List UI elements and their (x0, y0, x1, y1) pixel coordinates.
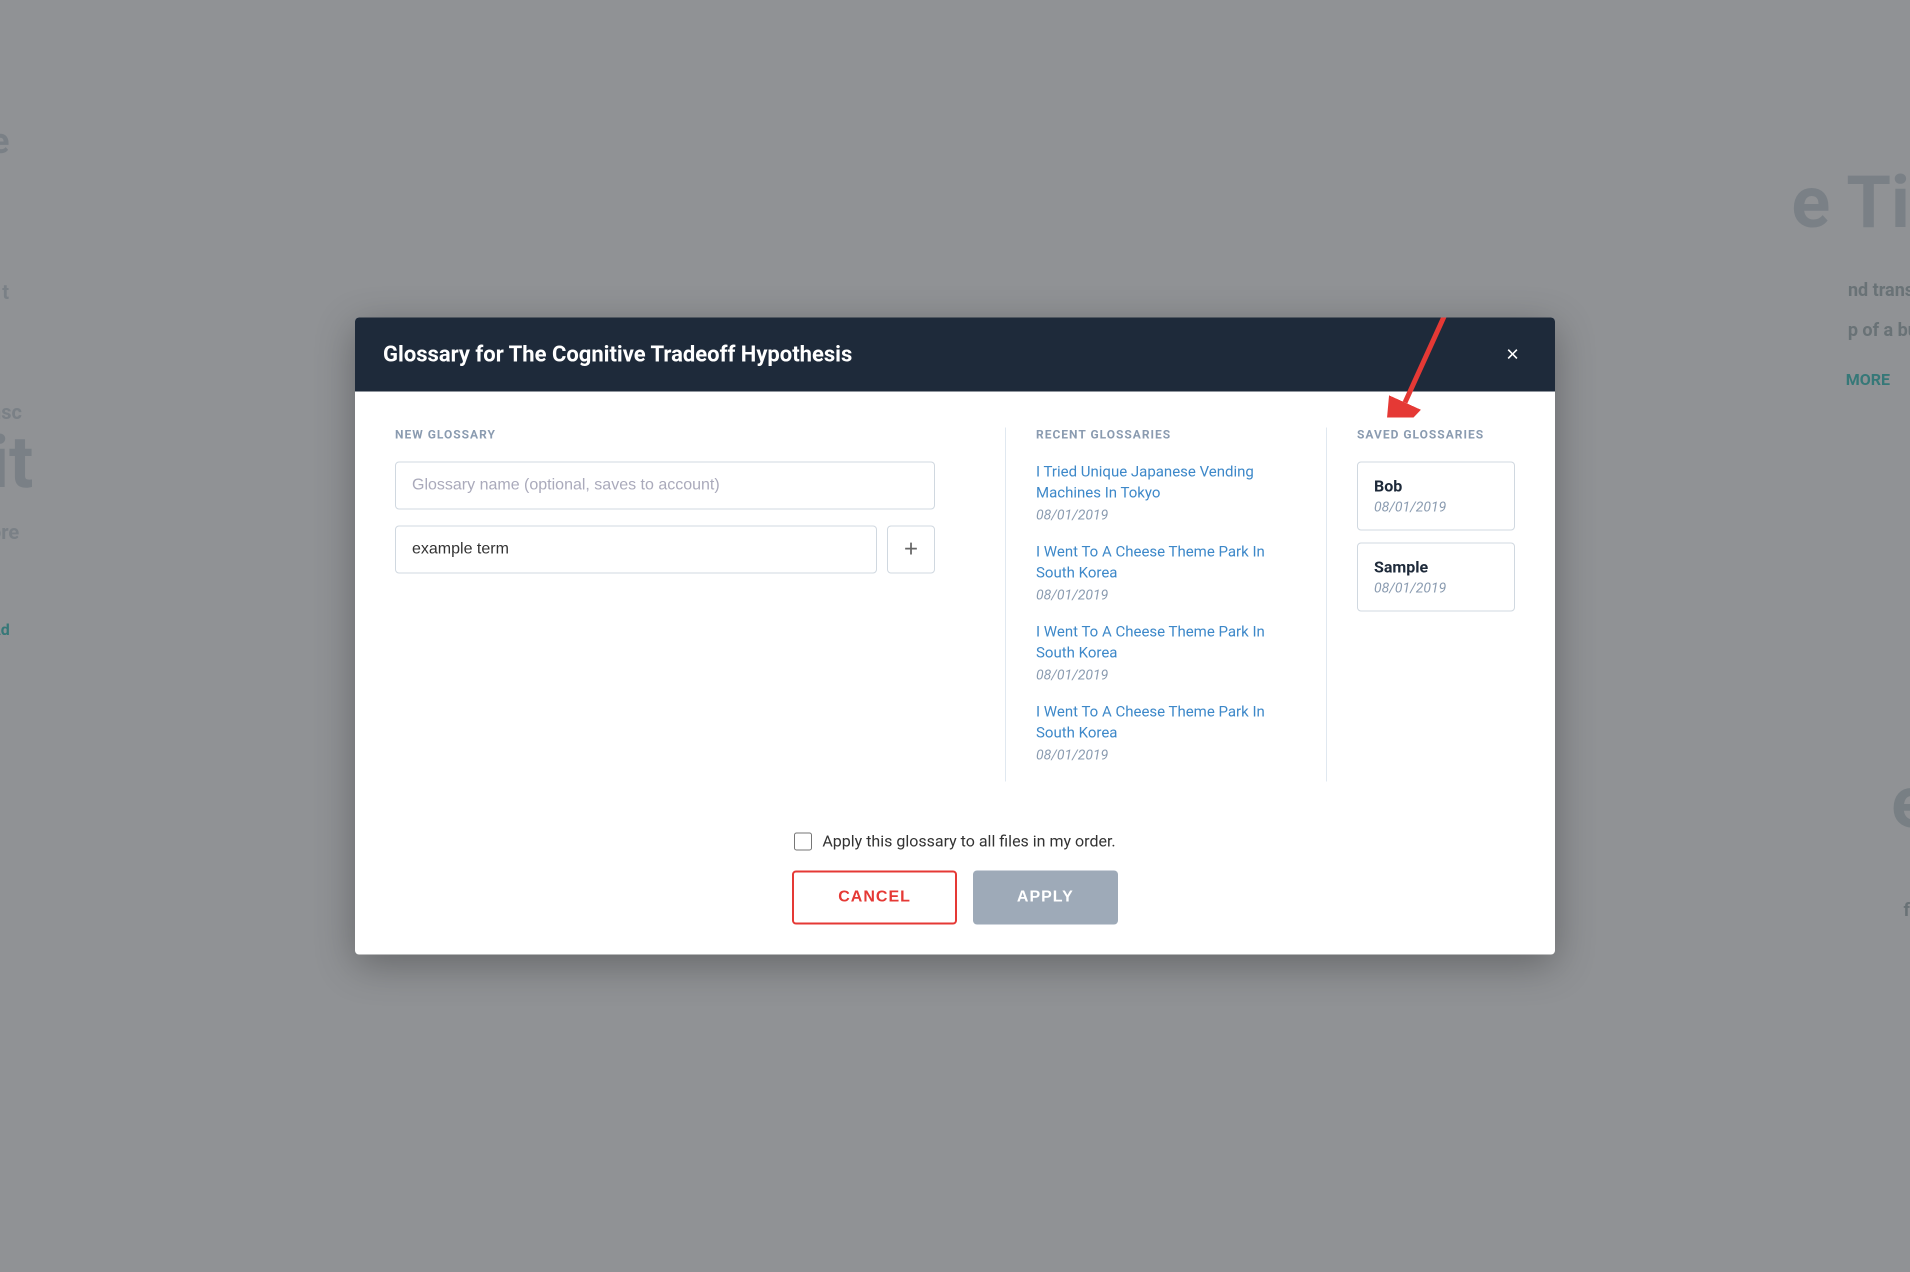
saved-glossary-card-2[interactable]: Sample 08/01/2019 (1357, 543, 1515, 612)
modal-title: Glossary for The Cognitive Tradeoff Hypo… (383, 342, 852, 367)
apply-all-label: Apply this glossary to all files in my o… (822, 832, 1115, 851)
saved-glossary-date-1: 08/01/2019 (1374, 500, 1498, 516)
term-row: + (395, 526, 935, 574)
term-input[interactable] (395, 526, 877, 574)
modal-close-button[interactable]: × (1498, 340, 1527, 370)
modal-footer: Apply this glossary to all files in my o… (355, 812, 1555, 955)
recent-glossaries-section: RECENT GLOSSARIES I Tried Unique Japanes… (1036, 428, 1296, 782)
recent-glossary-item-4: I Went To A Cheese Theme Park In South K… (1036, 702, 1266, 764)
red-arrow-indicator (1385, 318, 1475, 422)
apply-all-checkbox[interactable] (794, 832, 812, 850)
saved-glossary-title-1: Bob (1374, 477, 1498, 496)
apply-all-row: Apply this glossary to all files in my o… (794, 832, 1115, 851)
recent-glossary-item-2: I Went To A Cheese Theme Park In South K… (1036, 542, 1266, 604)
cancel-button[interactable]: CANCEL (792, 871, 957, 925)
recent-glossaries-label: RECENT GLOSSARIES (1036, 428, 1266, 442)
recent-glossary-link-1[interactable]: I Tried Unique Japanese Vending Machines… (1036, 462, 1266, 504)
modal-body: NEW GLOSSARY + RECENT GLOSSARIES I Tried… (355, 392, 1555, 812)
footer-buttons: CANCEL APPLY (792, 871, 1118, 925)
modal-header: Glossary for The Cognitive Tradeoff Hypo… (355, 318, 1555, 392)
recent-glossary-link-3[interactable]: I Went To A Cheese Theme Park In South K… (1036, 622, 1266, 664)
saved-glossaries-label: SAVED GLOSSARIES (1357, 428, 1515, 442)
saved-glossary-card-1[interactable]: Bob 08/01/2019 (1357, 462, 1515, 531)
column-divider (1005, 428, 1006, 782)
glossary-modal: Glossary for The Cognitive Tradeoff Hypo… (355, 318, 1555, 955)
saved-glossaries-section: SAVED GLOSSARIES Bob 08/01/2019 Sample 0… (1357, 428, 1515, 782)
recent-glossary-date-3: 08/01/2019 (1036, 668, 1266, 684)
column-divider-2 (1326, 428, 1327, 782)
recent-glossary-item-3: I Went To A Cheese Theme Park In South K… (1036, 622, 1266, 684)
recent-glossary-date-2: 08/01/2019 (1036, 588, 1266, 604)
recent-glossary-link-2[interactable]: I Went To A Cheese Theme Park In South K… (1036, 542, 1266, 584)
recent-glossary-item-1: I Tried Unique Japanese Vending Machines… (1036, 462, 1266, 524)
glossary-name-input[interactable] (395, 462, 935, 510)
new-glossary-label: NEW GLOSSARY (395, 428, 935, 442)
apply-button[interactable]: APPLY (973, 871, 1118, 925)
recent-glossary-date-1: 08/01/2019 (1036, 508, 1266, 524)
recent-glossary-date-4: 08/01/2019 (1036, 748, 1266, 764)
saved-glossary-date-2: 08/01/2019 (1374, 581, 1498, 597)
new-glossary-section: NEW GLOSSARY + (395, 428, 975, 782)
recent-glossary-link-4[interactable]: I Went To A Cheese Theme Park In South K… (1036, 702, 1266, 744)
saved-glossary-title-2: Sample (1374, 558, 1498, 577)
add-term-button[interactable]: + (887, 526, 935, 574)
